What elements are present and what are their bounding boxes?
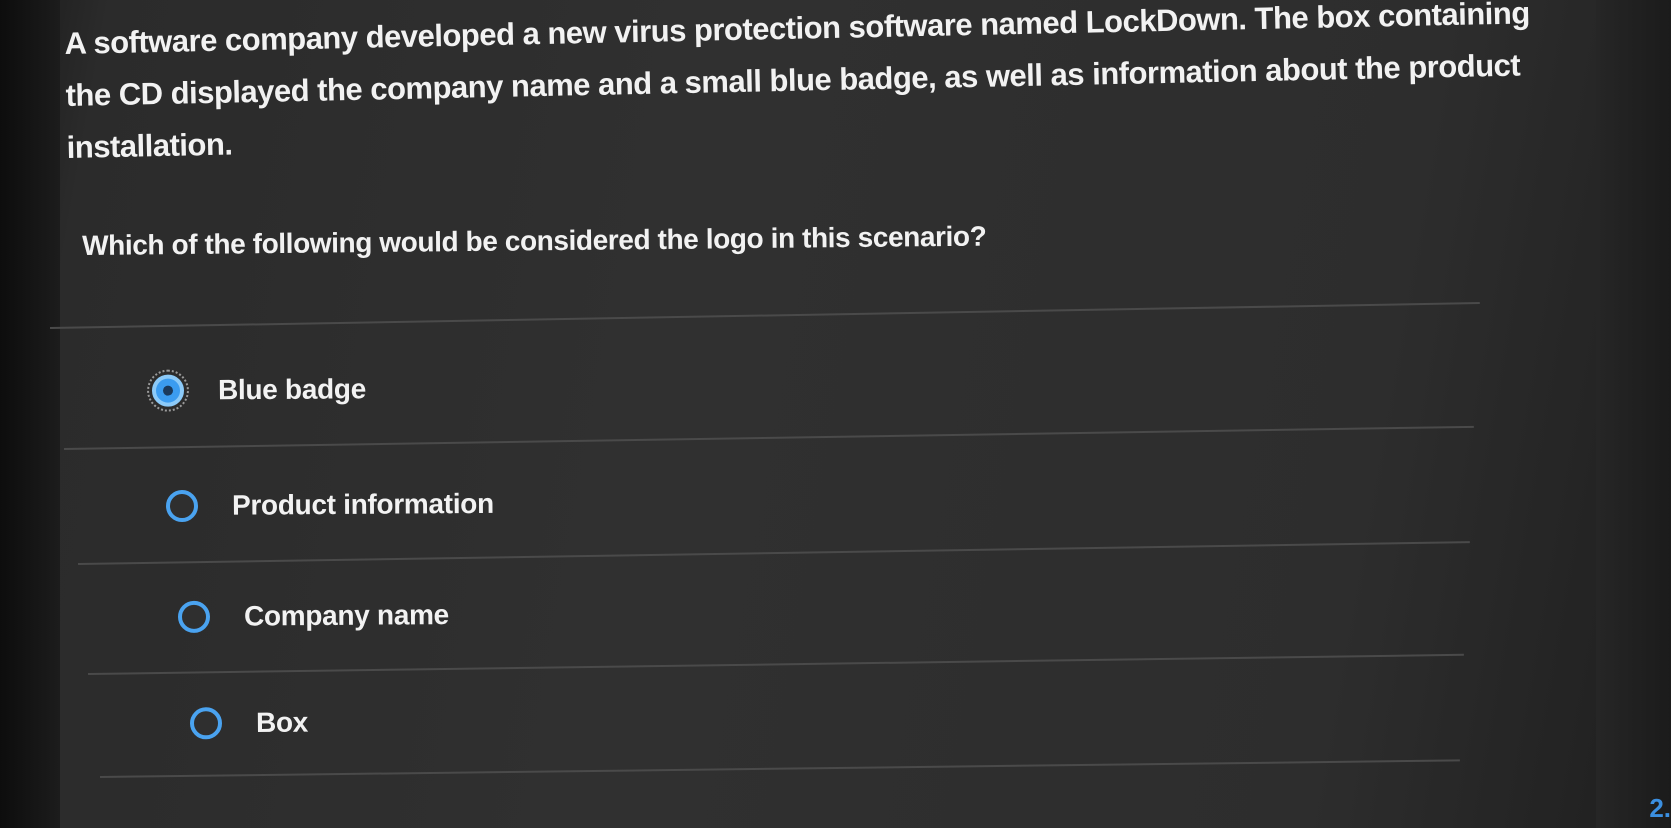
radio-icon[interactable] [177,600,211,633]
option-label: Product information [231,487,494,521]
option-label: Box [255,706,309,738]
divider [64,425,1474,450]
option-company-name[interactable]: Company name [177,599,450,633]
radio-dot-icon [162,385,174,396]
option-box[interactable]: Box [189,706,309,740]
divider [100,759,1460,778]
option-label: Company name [243,599,450,632]
question-prompt: A software company developed a new virus… [64,0,1567,174]
screen: A software company developed a new virus… [0,0,1671,828]
radio-icon[interactable] [165,489,199,523]
divider [50,302,1480,329]
question-text: Which of the following would be consider… [82,220,987,261]
option-product-information[interactable]: Product information [165,487,494,523]
radio-icon[interactable] [189,707,223,740]
divider [78,541,1470,565]
option-label: Blue badge [217,373,367,406]
divider [88,653,1464,675]
page-indicator: 2. [1649,793,1671,823]
radio-selected-icon[interactable] [146,369,190,412]
monitor-bezel [0,0,60,828]
right-panel-strip [1596,0,1671,828]
option-blue-badge[interactable]: Blue badge [146,369,367,412]
